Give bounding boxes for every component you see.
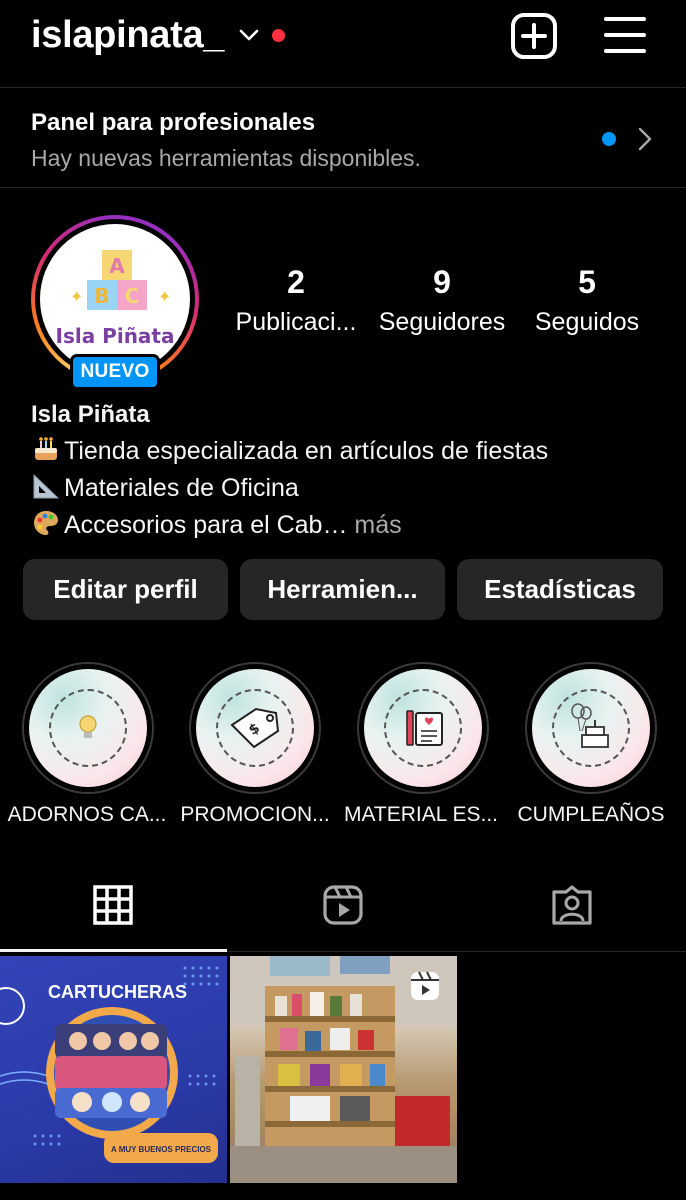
bio-line: Tienda especializada en artículos de fie… <box>31 433 661 470</box>
tagged-icon[interactable] <box>551 884 593 926</box>
professional-dashboard[interactable]: Panel para profesionales Hay nuevas herr… <box>0 89 686 188</box>
edit-profile-button[interactable]: Editar perfil <box>23 559 228 620</box>
new-badge: NUEVO <box>70 354 160 390</box>
new-indicator-dot <box>602 132 616 146</box>
menu-icon[interactable] <box>602 12 648 58</box>
active-tab-indicator <box>0 949 227 952</box>
cake-emoji <box>35 437 57 460</box>
following-count: 5 <box>578 264 596 300</box>
followers-count: 9 <box>433 264 451 300</box>
highlight-label: PROMOCION... <box>180 803 330 826</box>
highlight-label: ADORNOS CA... <box>7 803 167 826</box>
following-label: Seguidos <box>534 308 640 336</box>
highlight-adornos[interactable] <box>22 662 154 794</box>
highlight-label: MATERIAL ES... <box>343 803 499 826</box>
triangular-ruler-emoji <box>33 473 60 499</box>
posts-label: Publicaci... <box>235 308 357 336</box>
reel-badge-icon <box>409 970 441 1002</box>
chevron-right-icon[interactable] <box>634 126 656 152</box>
followers-label: Seguidores <box>378 308 506 336</box>
stat-following[interactable]: 5 Seguidos <box>517 264 657 337</box>
block-a: A <box>109 254 125 278</box>
avatar: A B C ✦ ✦ Isla Piñata <box>40 224 190 374</box>
panel-title: Panel para profesionales <box>31 109 316 136</box>
new-post-icon[interactable] <box>510 12 558 60</box>
bio-more-link[interactable]: más <box>354 511 401 539</box>
stat-posts[interactable]: 2 Publicaci... <box>226 264 366 337</box>
highlight-promociones[interactable]: $ <box>189 662 321 794</box>
highlight-label: CUMPLEAÑOS <box>517 803 665 826</box>
profile-bio: Isla Piñata Tienda especializada en artí… <box>31 396 661 544</box>
palette-emoji <box>34 511 58 535</box>
post-title: CARTUCHERAS <box>48 982 187 1002</box>
abc-blocks-logo: A B C ✦ ✦ <box>70 250 171 310</box>
block-b: B <box>94 284 109 308</box>
highlight-cumpleanos[interactable] <box>525 662 657 794</box>
lightbulb-icon <box>79 715 97 738</box>
block-c: C <box>125 284 140 308</box>
post-tag: A MUY BUENOS PRECIOS <box>110 1145 211 1154</box>
display-name: Isla Piñata <box>31 401 150 428</box>
posts-count: 2 <box>287 264 305 300</box>
highlight-material-escolar[interactable] <box>357 662 489 794</box>
stat-followers[interactable]: 9 Seguidores <box>372 264 512 337</box>
notification-dot <box>272 28 286 42</box>
top-bar: islapinata_ <box>0 0 686 88</box>
tools-button[interactable]: Herramien... <box>240 559 445 620</box>
school-supplies-icon <box>406 710 443 746</box>
bio-line: Accesorios para el Cab… más <box>31 507 661 544</box>
chevron-down-icon[interactable] <box>238 24 260 46</box>
post-thumbnail[interactable]: CARTUCHERAS A MUY BUENOS PRECIOS <box>0 956 227 1183</box>
username[interactable]: islapinata_ <box>31 14 224 57</box>
birthday-cake-icon <box>571 703 609 748</box>
svg-text:✦: ✦ <box>158 289 171 306</box>
insights-button[interactable]: Estadísticas <box>457 559 663 620</box>
bio-line: Materiales de Oficina <box>31 470 661 507</box>
panel-subtitle: Hay nuevas herramientas disponibles. <box>31 145 421 171</box>
grid-icon[interactable] <box>92 884 134 926</box>
account-switcher[interactable]: islapinata_ <box>31 12 286 58</box>
price-tag-icon: $ <box>230 707 280 749</box>
avatar-logo-text: Isla Piñata <box>55 324 175 348</box>
svg-text:✦: ✦ <box>70 289 83 306</box>
reels-icon[interactable] <box>322 884 364 926</box>
